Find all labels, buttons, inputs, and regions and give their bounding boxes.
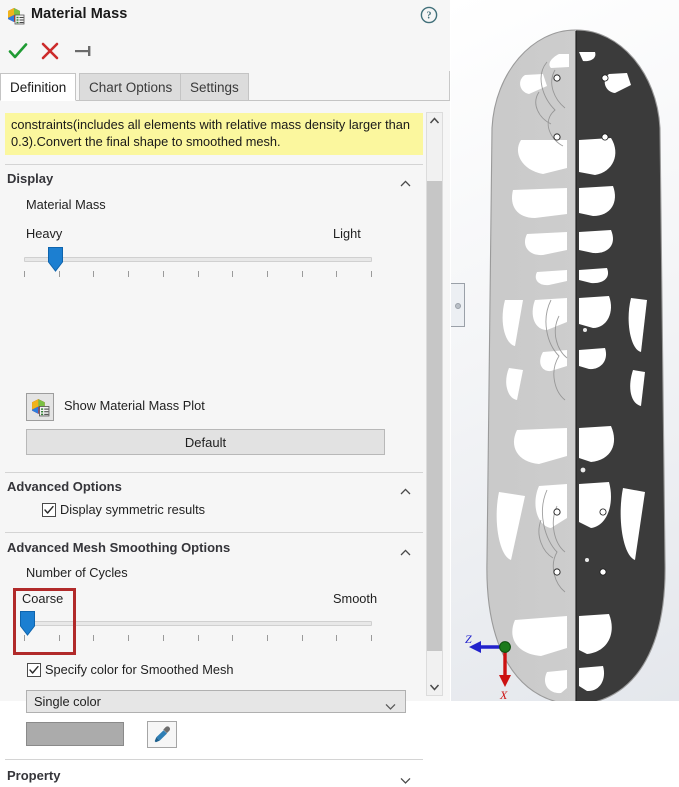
default-button-label: Default — [184, 434, 227, 450]
mesh-smoothing-subtitle: Number of Cycles — [26, 565, 128, 580]
slider-ticks — [24, 271, 372, 278]
default-button[interactable]: Default — [26, 429, 385, 455]
collapse-handle-dot — [455, 303, 461, 309]
material-mass-slider[interactable] — [24, 247, 372, 281]
display-slider-right-label: Light — [333, 226, 361, 241]
chevron-up-icon — [400, 484, 411, 495]
material-mass-plot-icon — [32, 399, 50, 417]
section-header-display[interactable]: Display — [5, 168, 423, 190]
page-title: Material Mass — [31, 6, 128, 22]
checkbox-display-symmetric-results-label: Display symmetric results — [60, 502, 206, 517]
message-banner: constraints(includes all elements with r… — [5, 113, 423, 155]
chevron-down-icon — [385, 699, 396, 713]
chevron-up-icon — [400, 545, 411, 556]
tab-chart-options-label: Chart Options — [89, 79, 173, 95]
section-header-property-label: Property — [7, 768, 61, 783]
svg-text:?: ? — [427, 11, 432, 22]
cancel-button[interactable] — [38, 39, 62, 63]
tab-bar: Definition Chart Options Settings — [0, 73, 450, 101]
scrollbar-down-button[interactable] — [427, 679, 442, 695]
color-mode-dropdown-value: Single color — [34, 694, 101, 709]
display-slider-left-label: Heavy — [26, 226, 63, 241]
tab-definition-label: Definition — [10, 79, 67, 95]
property-manager-panel: Material Mass ? Definition Chart Options… — [0, 0, 450, 784]
color-mode-dropdown[interactable]: Single color — [26, 690, 406, 713]
triad-x-label: X — [499, 688, 508, 701]
panel-title-bar: Material Mass ? — [0, 0, 450, 31]
help-icon[interactable]: ? — [420, 6, 438, 24]
eyedropper-icon — [154, 726, 171, 743]
graphics-viewport[interactable]: Z X — [451, 0, 679, 701]
pushpin-icon[interactable] — [72, 39, 96, 63]
eyedropper-button[interactable] — [147, 721, 177, 748]
display-subtitle: Material Mass — [26, 197, 106, 212]
checkbox-box — [27, 663, 41, 677]
section-header-mesh-smoothing[interactable]: Advanced Mesh Smoothing Options — [5, 537, 423, 559]
tab-settings[interactable]: Settings — [180, 73, 249, 101]
panel-body: constraints(includes all elements with r… — [0, 101, 450, 784]
section-header-property[interactable]: Property — [5, 765, 423, 787]
number-of-cycles-slider[interactable] — [20, 611, 372, 645]
section-header-display-label: Display — [7, 171, 54, 186]
divider — [5, 532, 423, 533]
section-header-advanced-options-label: Advanced Options — [7, 479, 122, 494]
panel-collapse-handle[interactable] — [451, 283, 465, 327]
mesh-slider-left-label: Coarse — [22, 591, 64, 606]
mesh-slider-right-label: Smooth — [333, 591, 378, 606]
divider — [5, 759, 423, 760]
panel-scrollbar[interactable] — [426, 112, 443, 696]
tab-chart-options[interactable]: Chart Options — [79, 73, 183, 101]
slider-ticks — [24, 635, 372, 642]
slider-thumb[interactable] — [20, 611, 35, 636]
tab-definition[interactable]: Definition — [0, 73, 77, 101]
checkbox-specify-color-label: Specify color for Smoothed Mesh — [45, 662, 234, 677]
triad-z-label: Z — [465, 632, 472, 646]
slider-thumb[interactable] — [48, 247, 63, 272]
scrollbar-thumb[interactable] — [427, 181, 442, 651]
show-material-mass-plot-label: Show Material Mass Plot — [64, 398, 205, 413]
chevron-down-icon — [400, 773, 411, 784]
section-header-advanced-options[interactable]: Advanced Options — [5, 476, 423, 498]
coordinate-triad: Z X — [465, 632, 511, 701]
slider-track — [24, 621, 372, 626]
tab-settings-label: Settings — [190, 79, 239, 95]
material-mass-icon — [6, 6, 25, 25]
color-swatch[interactable] — [26, 722, 124, 746]
checkbox-box — [42, 503, 56, 517]
accept-button[interactable] — [6, 39, 30, 63]
chevron-up-icon — [400, 176, 411, 187]
panel-action-bar — [0, 31, 450, 71]
divider — [5, 472, 423, 473]
section-header-mesh-smoothing-label: Advanced Mesh Smoothing Options — [7, 540, 231, 555]
slider-track — [24, 257, 372, 262]
scrollbar-up-button[interactable] — [427, 113, 442, 129]
topology-optimized-part — [486, 29, 666, 701]
show-material-mass-plot-button[interactable] — [26, 393, 54, 421]
divider — [5, 164, 423, 165]
